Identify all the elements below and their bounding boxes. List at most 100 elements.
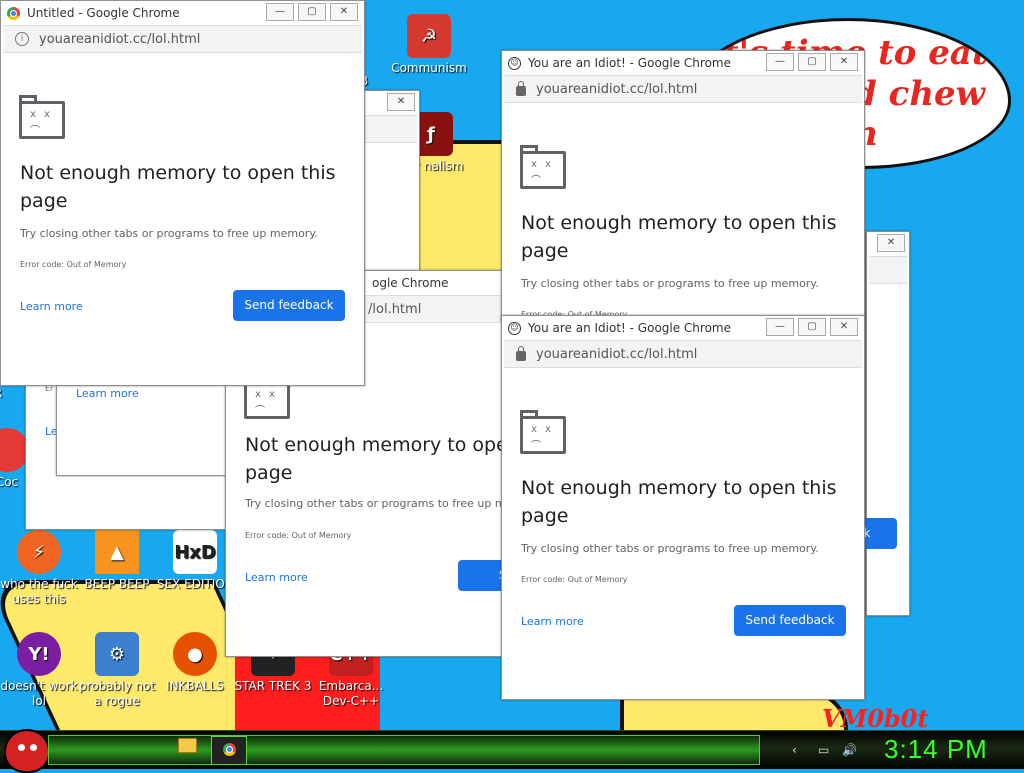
error-text: Try closing other tabs or programs to fr… (521, 277, 819, 290)
error-title: Not enough memory to open this page (521, 212, 837, 262)
learn-more-link[interactable]: Learn more (20, 300, 83, 313)
desktop-icon-communism[interactable]: ☭ Communism (390, 14, 468, 76)
minimize-button[interactable]: — (266, 3, 294, 21)
inkball-icon: ● (173, 632, 217, 676)
desktop: it's time to eat shit d chew n ☭ Communi… (0, 0, 1024, 730)
send-feedback-button[interactable]: Send feedback (734, 605, 846, 636)
error-text: Try closing other tabs or programs to fr… (20, 227, 318, 240)
desktop-icon-label: BEEP BEEP (84, 577, 150, 591)
lightning-icon: ⚡ (17, 530, 61, 574)
window-titlebar[interactable]: Untitled - Google Chrome — ▢ ✕ (1, 1, 364, 25)
desktop-icon-label: INKBALLS (166, 679, 224, 693)
error-code: Error code: Out of Memory (20, 260, 127, 269)
desktop-icon-label: Communism (391, 61, 467, 75)
angry-bird-start-button[interactable] (4, 729, 50, 773)
desktop-icon-probably-not-rogue[interactable]: ⚙ probably not a rogue (78, 632, 156, 709)
desktop-icon-label: Embarca... Dev-C++ (318, 679, 384, 708)
chrome-window-idiot-top[interactable]: ☺ You are an Idiot! - Google Chrome — ▢ … (501, 50, 865, 322)
desktop-icon-label: doesn't work lol (0, 679, 78, 708)
folder-icon[interactable] (178, 738, 197, 753)
desktop-icon-label: probably not a rogue (78, 679, 156, 708)
restore-button[interactable]: ▢ (798, 53, 826, 71)
error-code: Error code: Out of Memory (245, 531, 352, 540)
desktop-icon-label: R (0, 386, 28, 401)
url-text: /lol.html (368, 301, 422, 317)
window-controls: — ▢ ✕ (766, 318, 858, 336)
error-text: Try closing other tabs or programs to fr… (521, 542, 819, 555)
address-bar[interactable]: i youareanidiot.cc/lol.html (3, 25, 362, 53)
restore-button[interactable]: ▢ (298, 3, 326, 21)
chrome-icon (7, 6, 20, 20)
communism-icon: ☭ (407, 14, 451, 58)
tray-arrow-icon[interactable]: ‹ (792, 743, 806, 757)
speech-line: d chew (853, 74, 985, 114)
minimize-button[interactable]: — (766, 318, 794, 336)
url-text: youareanidiot.cc/lol.html (39, 31, 201, 47)
error-code: Error code: Out of Memory (521, 575, 628, 584)
close-button[interactable]: ✕ (877, 234, 905, 252)
smiley-icon: ☺ (508, 321, 521, 335)
sad-tab-icon: x x ︵ (520, 410, 566, 454)
address-bar[interactable] (358, 115, 417, 143)
window-controls: ✕ (877, 234, 905, 252)
smiley-icon: ☺ (508, 56, 521, 70)
close-button[interactable]: ✕ (330, 3, 358, 21)
desktop-icon-beep-beep[interactable]: ▲ BEEP BEEP (78, 530, 156, 592)
url-text: youareanidiot.cc/lol.html (536, 81, 698, 97)
chrome-window-back-right[interactable]: ✕ k (837, 231, 910, 616)
taskbar-strip (48, 735, 760, 765)
info-icon[interactable]: i (15, 32, 29, 46)
gear-icon: ⚙ (95, 632, 139, 676)
window-titlebar[interactable]: ☺ You are an Idiot! - Google Chrome — ▢ … (502, 316, 864, 340)
window-controls: ✕ (387, 93, 415, 111)
watermark: VM0b0t (822, 704, 929, 730)
url-text: youareanidiot.cc/lol.html (536, 346, 698, 362)
sad-tab-icon: x x ︵ (520, 145, 566, 189)
address-bar[interactable]: youareanidiot.cc/lol.html (504, 75, 862, 103)
learn-more-link[interactable]: Learn more (76, 387, 139, 400)
send-feedback-button[interactable]: Send feedback (233, 290, 345, 321)
vlc-cone-icon: ▲ (95, 530, 139, 574)
window-title: You are an Idiot! - Google Chrome (528, 56, 731, 70)
window-controls: — ▢ ✕ (766, 53, 858, 71)
sad-tab-icon: x x ︵ (244, 375, 290, 419)
chrome-window-idiot-bottom[interactable]: ☺ You are an Idiot! - Google Chrome — ▢ … (501, 315, 865, 700)
lock-icon (516, 81, 526, 96)
desktop-icon-sex-editior[interactable]: HxD SEX EDITIOR (156, 530, 234, 592)
desktop-icon-label: SEX EDITIOR (156, 577, 234, 591)
learn-more-link[interactable]: Learn more (245, 571, 308, 584)
clock[interactable]: 3:14 PM (884, 734, 988, 765)
desktop-icon-who-uses-this[interactable]: ⚡ who the fuck uses this (0, 530, 78, 607)
close-button[interactable]: ✕ (830, 318, 858, 336)
window-titlebar[interactable]: ☺ You are an Idiot! - Google Chrome — ▢ … (502, 51, 864, 75)
desktop-icon-inkballs[interactable]: ● INKBALLS (156, 632, 234, 694)
learn-more-link[interactable]: Learn more (521, 615, 584, 628)
error-title: Not enough memory to open this page (20, 162, 336, 212)
hxd-editor-icon: HxD (173, 530, 217, 574)
window-title: You are an Idiot! - Google Chrome (528, 321, 731, 335)
chrome-window-untitled[interactable]: Untitled - Google Chrome — ▢ ✕ i youarea… (0, 0, 365, 386)
restore-button[interactable]: ▢ (798, 318, 826, 336)
error-title: Not enough memory to open this page (521, 477, 837, 527)
address-bar[interactable]: youareanidiot.cc/lol.html (504, 340, 862, 368)
window-title: Untitled - Google Chrome (27, 6, 180, 20)
minimize-button[interactable]: — (766, 53, 794, 71)
taskbar-chrome-button[interactable] (211, 736, 247, 765)
desktop-icon-doesnt-work[interactable]: Y! doesn't work lol (0, 632, 78, 709)
window-title: ogle Chrome (372, 276, 449, 290)
yahoo-messenger-icon: Y! (17, 632, 61, 676)
taskbar: ‹ ▭ 🔊 3:14 PM (0, 729, 1024, 773)
desktop-icon-r[interactable]: R (0, 386, 28, 401)
lock-icon (516, 346, 526, 361)
window-controls: — ▢ ✕ (266, 3, 358, 21)
chrome-icon (222, 743, 236, 756)
network-icon[interactable]: ▭ (818, 743, 832, 757)
close-button[interactable]: ✕ (830, 53, 858, 71)
desktop-icon-label: STAR TREK 3 (234, 679, 312, 693)
desktop-icon-label: who the fuck uses this (0, 577, 78, 606)
chrome-window-small-inner[interactable]: Learn more (56, 375, 228, 476)
volume-icon[interactable]: 🔊 (842, 743, 857, 757)
close-button[interactable]: ✕ (387, 93, 415, 111)
address-bar[interactable] (869, 256, 907, 284)
sad-tab-icon: x x ︵ (19, 95, 65, 139)
